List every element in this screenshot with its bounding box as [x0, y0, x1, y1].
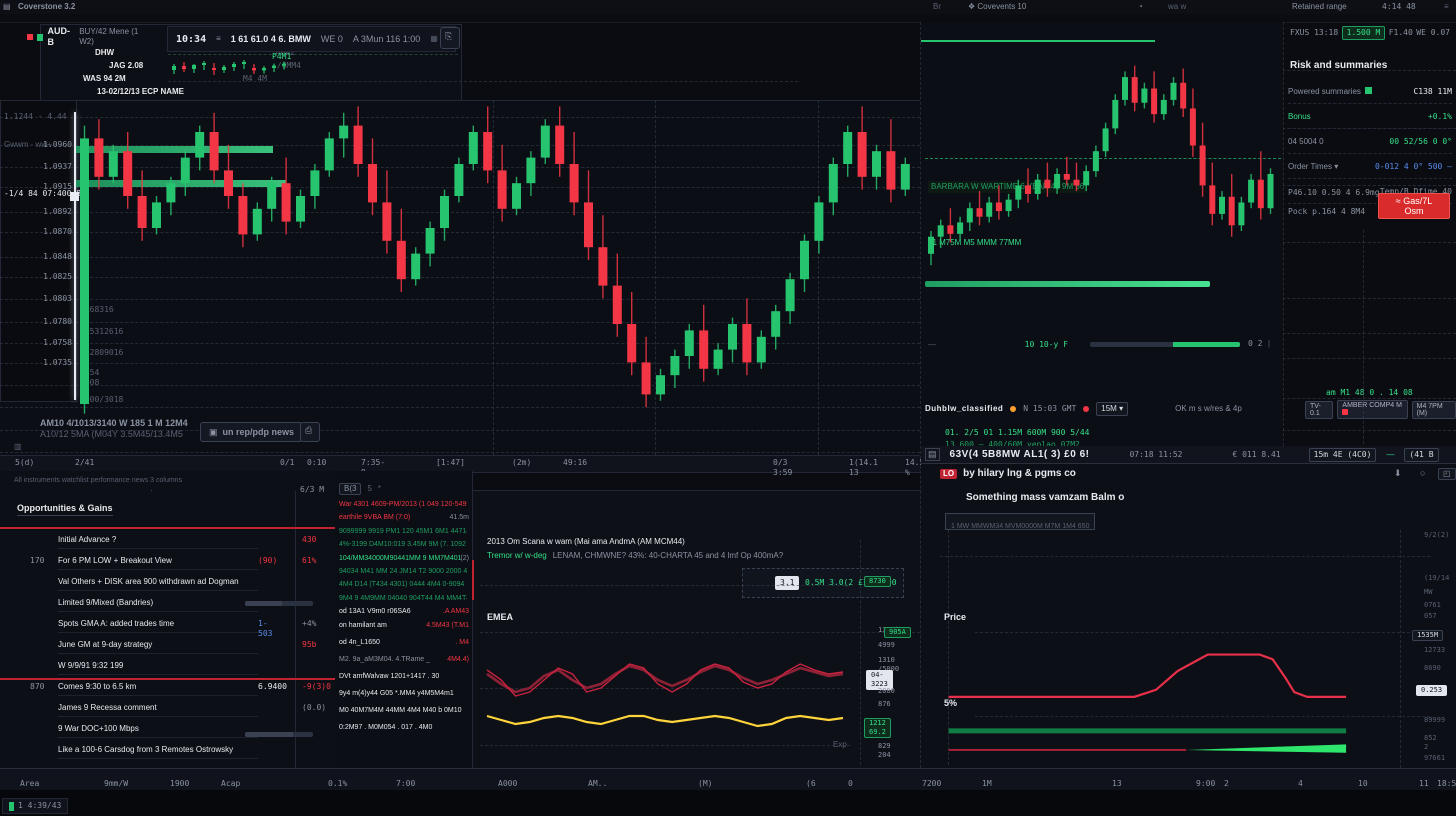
- bottom-axis-label: 7:00: [396, 779, 415, 789]
- bottom-axis-label: (6: [806, 779, 816, 789]
- br-axis-label: MW: [1424, 588, 1432, 597]
- br-axis-label: 97661: [1424, 754, 1445, 763]
- status-green-icon: [9, 802, 14, 811]
- bottom-axis-label: Area: [20, 779, 39, 789]
- bottom-axis-label: 9mm/W: [104, 779, 128, 789]
- bottom-axis-label: 2: [1224, 779, 1229, 789]
- status-text: 1 4:39/43: [18, 801, 61, 811]
- bottom-axis-label: 4: [1298, 779, 1303, 789]
- br-axis-label: 0761: [1424, 601, 1441, 610]
- bottom-axis-label: 1M: [982, 779, 992, 789]
- br-axis-label: 057: [1424, 612, 1437, 621]
- br-axis-label: (19/14: [1424, 574, 1449, 583]
- br-axis-label: 1535M: [1412, 630, 1443, 641]
- br-lines: [0, 0, 1456, 790]
- br-axis-label: 852 2: [1424, 734, 1437, 752]
- br-axis-label: 9/2(2): [1424, 531, 1449, 540]
- bottom-axis-label: 10: [1358, 779, 1368, 789]
- bottom-axis: [0, 768, 1456, 792]
- bottom-axis-label: AM..: [588, 779, 607, 789]
- bottom-axis-label: 9:00: [1196, 779, 1215, 789]
- br-axis-label: 0.253: [1416, 685, 1447, 696]
- br-axis-label: 12733: [1424, 646, 1445, 655]
- trading-terminal: ▤ Coverstone 3.2 Br ❖ Covevents 10 ◔ wa …: [0, 0, 1456, 816]
- status-bar: [0, 790, 1456, 816]
- bottom-axis-label: 0: [848, 779, 853, 789]
- br-axis-label: 89999: [1424, 716, 1445, 725]
- bottom-axis-label: Acap: [221, 779, 240, 789]
- bottom-axis-label: 13: [1112, 779, 1122, 789]
- br-axis-label: 8690: [1424, 664, 1441, 673]
- bottom-axis-label: 1900: [170, 779, 189, 789]
- bottom-axis-label: 11: [1419, 779, 1429, 789]
- bottom-axis-label: 18:51: [1437, 779, 1456, 789]
- status-chip[interactable]: 1 4:39/43: [2, 798, 68, 814]
- bottom-axis-label: 0.1%: [328, 779, 347, 789]
- bottom-axis-label: A000: [498, 779, 517, 789]
- bottom-axis-label: 7200: [922, 779, 941, 789]
